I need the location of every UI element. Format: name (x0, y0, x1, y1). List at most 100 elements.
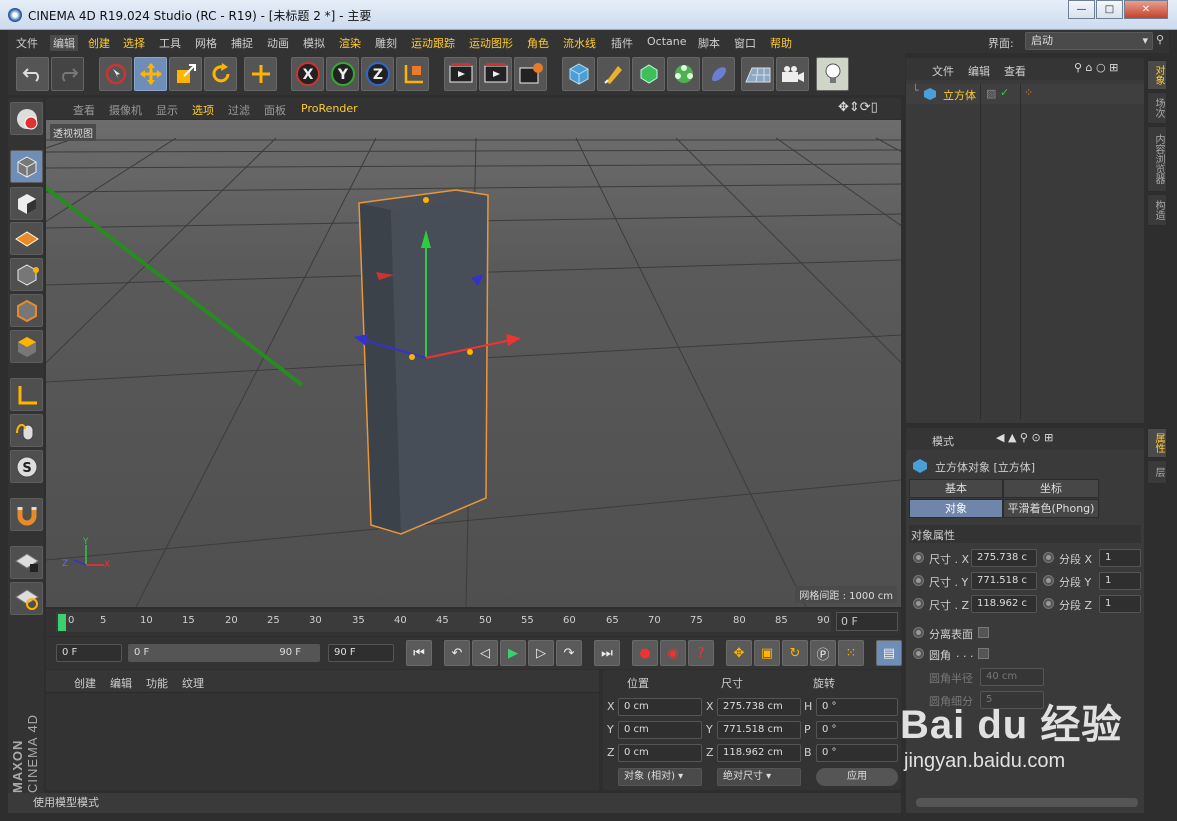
redo-button[interactable] (51, 57, 84, 91)
object-name[interactable]: 立方体 (943, 87, 976, 103)
side-tab-takes[interactable]: 场次 (1147, 92, 1167, 124)
menu-help[interactable]: 帮助 (770, 35, 792, 51)
search-icon[interactable]: ⚲ (1156, 33, 1164, 46)
rotate-tool-button[interactable] (204, 57, 237, 91)
preview-range-slider[interactable]: 0 F 90 F (128, 644, 320, 662)
material-menu-create[interactable]: 创建 (74, 675, 96, 691)
viewport-menu-view[interactable]: 查看 (73, 102, 95, 118)
size-z-field[interactable]: 118.962 cm (717, 744, 801, 762)
keyframe-selection-button[interactable]: ? (688, 640, 714, 666)
prev-frame-button[interactable]: ◁ (472, 640, 498, 666)
playhead[interactable] (58, 614, 66, 631)
key-scale-button[interactable]: ▣ (754, 640, 780, 666)
menu-character[interactable]: 角色 (527, 35, 549, 51)
x-axis-lock-button[interactable]: X (291, 57, 324, 91)
layout-select[interactable]: 启动 ▾ (1025, 32, 1153, 50)
menu-mograph[interactable]: 运动图形 (469, 35, 513, 51)
position-x-field[interactable]: 0 cm (618, 698, 702, 716)
menu-plugins[interactable]: 插件 (611, 35, 633, 51)
position-y-field[interactable]: 0 cm (618, 721, 702, 739)
position-z-field[interactable]: 0 cm (618, 744, 702, 762)
axis-mode-button[interactable] (10, 378, 43, 411)
anim-radio[interactable] (1043, 598, 1054, 609)
viewport-menu-display[interactable]: 显示 (156, 102, 178, 118)
timeline-ruler[interactable]: 0 5 10 15 20 25 30 35 40 45 50 55 60 65 … (56, 612, 831, 632)
objmgr-tool-icons[interactable]: ⚲ ⌂ ○ ⊞ (1074, 61, 1118, 74)
material-menu-texture[interactable]: 纹理 (182, 675, 204, 691)
end-frame-field[interactable]: 90 F (328, 644, 394, 662)
go-to-end-button[interactable]: ⏭ (594, 640, 620, 666)
render-settings-button[interactable] (514, 57, 547, 91)
workplane-align-button[interactable] (10, 582, 43, 615)
live-selection-button[interactable] (99, 57, 132, 91)
menu-tools[interactable]: 工具 (159, 35, 181, 51)
menu-mesh[interactable]: 网格 (195, 35, 217, 51)
viewport-menu-options[interactable]: 选项 (192, 102, 214, 118)
timeline-window-button[interactable]: ▤ (876, 640, 902, 666)
size-z-input[interactable]: 118.962 c (971, 595, 1037, 613)
viewport-menu-panel[interactable]: 面板 (264, 102, 286, 118)
scale-tool-button[interactable] (169, 57, 202, 91)
viewport-menu-camera[interactable]: 摄像机 (109, 102, 142, 118)
tab-basic[interactable]: 基本 (909, 479, 1003, 498)
camera-button[interactable] (776, 57, 809, 91)
y-axis-lock-button[interactable]: Y (326, 57, 359, 91)
move-tool-button[interactable] (134, 57, 167, 91)
anim-radio[interactable] (1043, 575, 1054, 586)
anim-radio[interactable] (913, 552, 924, 563)
horizontal-scrollbar[interactable] (916, 798, 1138, 807)
tag-icon[interactable]: ⁘ (1024, 86, 1033, 99)
menu-select[interactable]: 选择 (123, 35, 145, 51)
side-tab-attributes[interactable]: 属性 (1147, 428, 1167, 458)
rotation-h-field[interactable]: 0 ° (816, 698, 898, 716)
play-button[interactable]: ▶ (500, 640, 526, 666)
side-tab-objects[interactable]: 对象 (1147, 60, 1167, 90)
segments-z-input[interactable]: 1 (1099, 595, 1141, 613)
menu-simulate[interactable]: 模拟 (303, 35, 325, 51)
size-x-input[interactable]: 275.738 c (971, 549, 1037, 567)
model-mode-button[interactable] (10, 150, 43, 183)
objmgr-menu-file[interactable]: 文件 (932, 63, 954, 79)
menu-animate[interactable]: 动画 (267, 35, 289, 51)
texture-mode-button[interactable] (10, 187, 43, 220)
size-x-field[interactable]: 275.738 cm (717, 698, 801, 716)
viewport-menu-prorender[interactable]: ProRender (301, 102, 358, 115)
autokey-button[interactable]: ◉ (660, 640, 686, 666)
undo-button[interactable] (16, 57, 49, 91)
snap-settings-button[interactable]: S (10, 450, 43, 483)
coordinate-system-button[interactable] (396, 57, 429, 91)
anim-radio[interactable] (913, 598, 924, 609)
cloner-button[interactable] (667, 57, 700, 91)
prev-key-button[interactable]: ↶ (444, 640, 470, 666)
size-y-field[interactable]: 771.518 cm (717, 721, 801, 739)
next-key-button[interactable]: ↷ (556, 640, 582, 666)
tab-object[interactable]: 对象 (909, 499, 1003, 518)
minimize-button[interactable]: — (1068, 0, 1095, 19)
next-frame-button[interactable]: ▷ (528, 640, 554, 666)
deformer-button[interactable] (702, 57, 735, 91)
timeline[interactable]: 0 5 10 15 20 25 30 35 40 45 50 55 60 65 … (46, 609, 901, 636)
size-y-input[interactable]: 771.518 c (971, 572, 1037, 590)
menu-octane[interactable]: Octane (647, 35, 687, 48)
render-view-button[interactable] (444, 57, 477, 91)
menu-motion-tracking[interactable]: 运动跟踪 (411, 35, 455, 51)
menu-snap[interactable]: 捕捉 (231, 35, 253, 51)
anim-radio[interactable] (913, 648, 924, 659)
rotation-b-field[interactable]: 0 ° (816, 744, 898, 762)
object-row-cube[interactable]: └ 立方体 ▨ ✓ ⁘ (906, 84, 1144, 104)
polygons-mode-button[interactable] (10, 330, 43, 363)
close-button[interactable]: ✕ (1124, 0, 1168, 19)
points-mode-button[interactable] (10, 258, 43, 291)
objmgr-menu-edit[interactable]: 编辑 (968, 63, 990, 79)
apply-button[interactable]: 应用 (816, 768, 898, 786)
viewport-menu-filter[interactable]: 过滤 (228, 102, 250, 118)
attr-menu-mode[interactable]: 模式 (932, 433, 954, 449)
perspective-viewport[interactable]: Y X Z 透视视图 网格间距 : 1000 cm (46, 120, 901, 607)
visibility-icon[interactable]: ▨ (986, 87, 996, 100)
menu-file[interactable]: 文件 (16, 35, 38, 51)
objmgr-menu-view[interactable]: 查看 (1004, 63, 1026, 79)
edges-mode-button[interactable] (10, 294, 43, 327)
workplane-lock-button[interactable] (10, 546, 43, 579)
viewport-nav-icons[interactable]: ✥⇕⟳▯ (838, 100, 878, 115)
menu-render[interactable]: 渲染 (339, 35, 361, 51)
